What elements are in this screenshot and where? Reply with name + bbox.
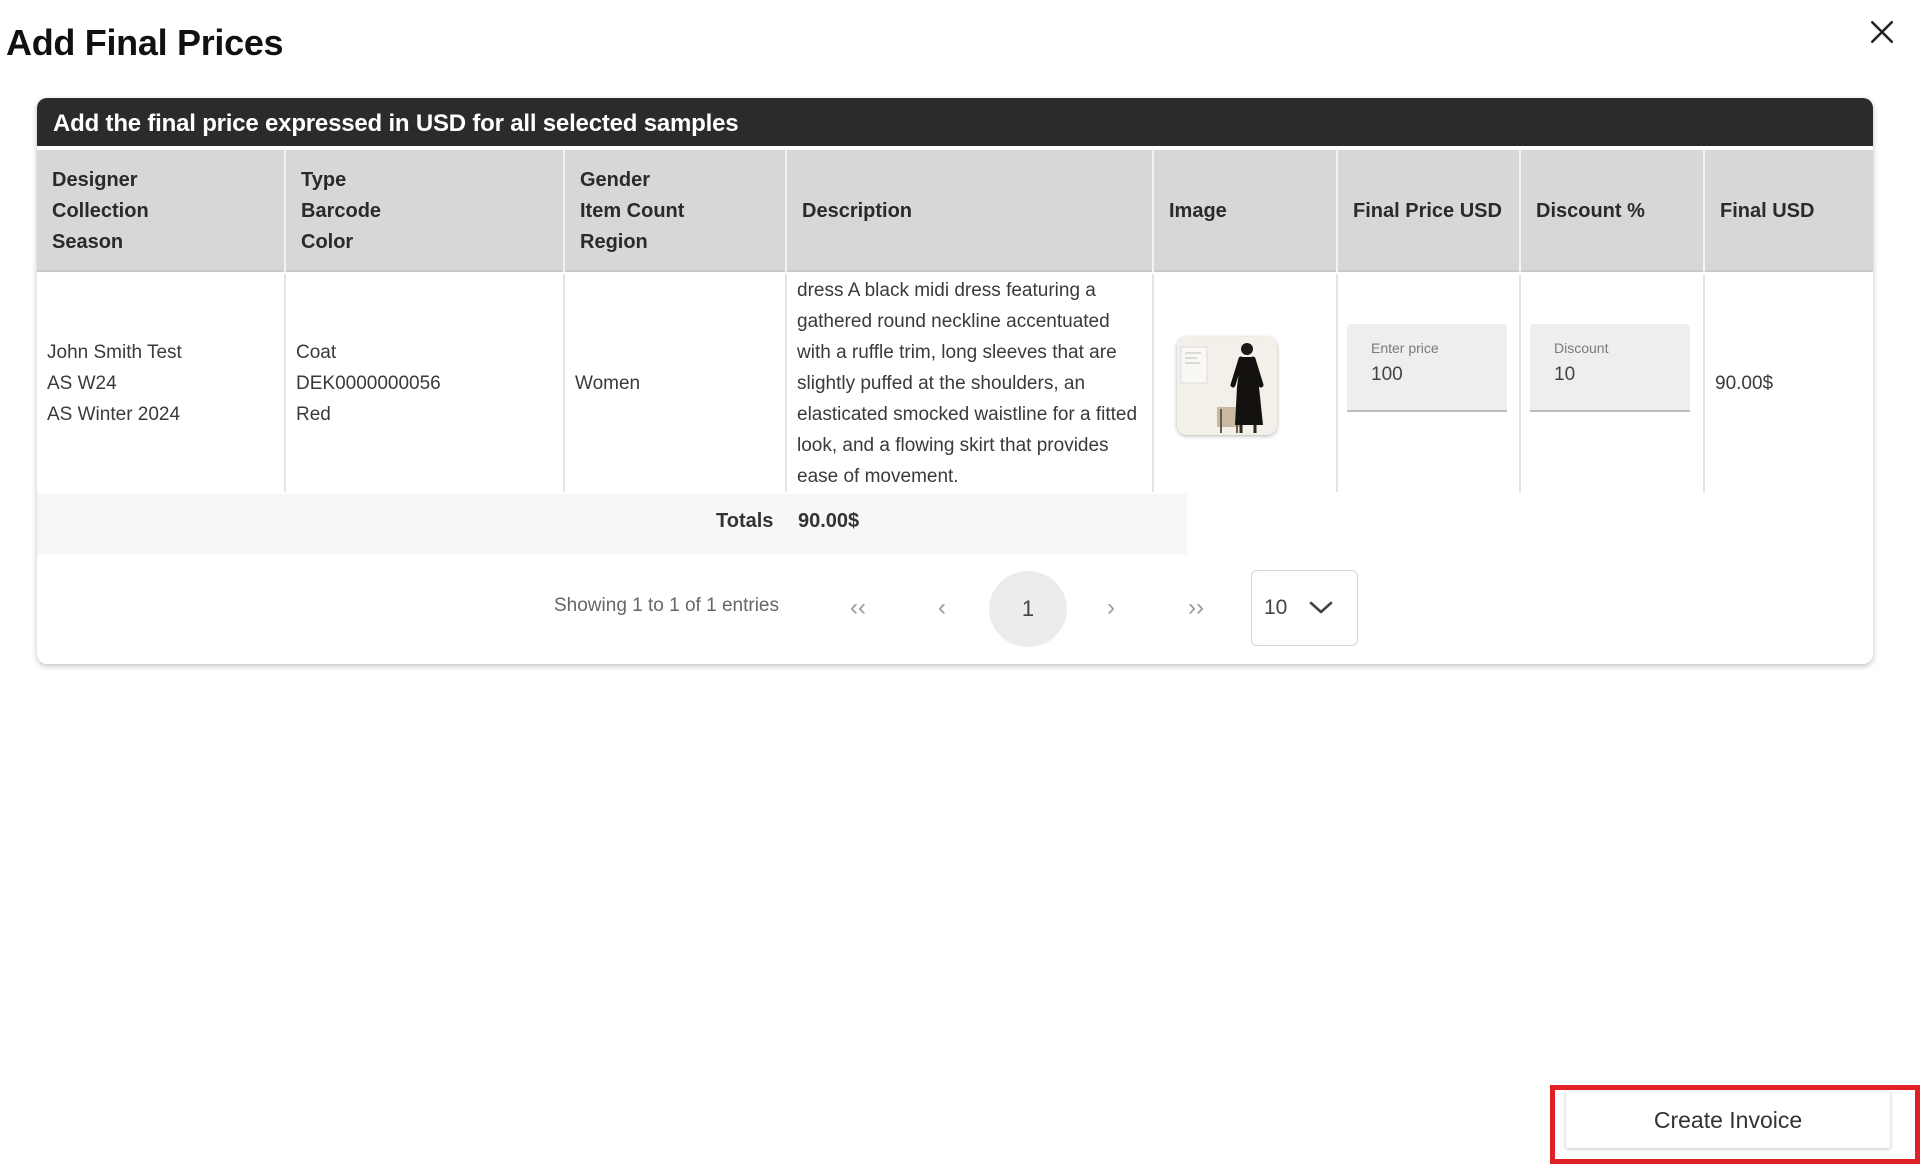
totals-value: 90.00$ — [798, 510, 860, 532]
page-size-select[interactable]: 10 — [1251, 570, 1358, 646]
dress-thumbnail-icon — [1177, 337, 1277, 435]
next-page-button[interactable]: › — [1081, 573, 1141, 643]
close-icon — [1870, 20, 1894, 44]
item-type: Coat — [296, 341, 337, 363]
column-header-type[interactable]: Type Barcode Color — [286, 150, 565, 272]
discount-value: 10 — [1554, 364, 1576, 385]
item-barcode: DEK0000000056 — [296, 372, 441, 394]
column-header-line: Region — [580, 230, 648, 253]
column-header-line: Gender — [580, 168, 651, 191]
create-invoice-button[interactable]: Create Invoice — [1566, 1092, 1890, 1148]
column-header-image[interactable]: Image — [1154, 150, 1338, 272]
column-header-final-usd[interactable]: Final USD — [1705, 150, 1873, 272]
table-header: Designer Collection Season Type Barcode … — [37, 150, 1873, 272]
discount-label: Discount — [1554, 340, 1609, 356]
cell-gender: Women — [565, 274, 787, 492]
column-header-line: Discount % — [1536, 199, 1645, 222]
page-size-value: 10 — [1264, 596, 1288, 619]
season-name: AS Winter 2024 — [47, 403, 181, 425]
final-usd-value: 90.00$ — [1715, 372, 1774, 394]
item-description: dress A black midi dress featuring a gat… — [797, 279, 1138, 487]
column-header-line: Final Price USD — [1353, 199, 1502, 222]
final-price-input[interactable]: Enter price 100 — [1347, 324, 1507, 412]
collection-name: AS W24 — [47, 372, 117, 394]
dress-thumbnail-image[interactable] — [1177, 337, 1277, 435]
column-header-gender[interactable]: Gender Item Count Region — [565, 150, 787, 272]
designer-name: John Smith Test — [47, 341, 182, 363]
column-header-line: Season — [52, 230, 124, 253]
column-header-line: Item Count — [580, 199, 685, 222]
first-page-button[interactable]: ‹‹ — [828, 573, 888, 643]
column-header-description[interactable]: Description — [787, 150, 1154, 272]
column-header-designer[interactable]: Designer Collection Season — [37, 150, 286, 272]
column-header-line: Type — [301, 168, 347, 191]
item-gender: Women — [575, 372, 641, 394]
column-header-line: Final USD — [1720, 199, 1815, 222]
card-header: Add the final price expressed in USD for… — [37, 98, 1873, 146]
column-header-line: Barcode — [301, 199, 382, 222]
column-header-line: Description — [802, 199, 913, 222]
cell-final-usd: 90.00$ — [1705, 274, 1873, 492]
totals-label: Totals — [716, 510, 774, 532]
pagination-info: Showing 1 to 1 of 1 entries — [554, 595, 779, 616]
item-color: Red — [296, 403, 331, 425]
cell-designer: John Smith Test AS W24 AS Winter 2024 — [37, 274, 286, 492]
column-header-discount[interactable]: Discount % — [1521, 150, 1705, 272]
cell-description: dress A black midi dress featuring a gat… — [787, 274, 1154, 492]
cell-type: Coat DEK0000000056 Red — [286, 274, 565, 492]
column-header-line: Designer — [52, 168, 138, 191]
close-button[interactable] — [1862, 12, 1902, 52]
last-page-button[interactable]: ›› — [1166, 573, 1226, 643]
discount-input[interactable]: Discount 10 — [1530, 324, 1690, 412]
final-price-value: 100 — [1371, 364, 1403, 385]
current-page-button[interactable]: 1 — [989, 571, 1067, 647]
column-header-line: Collection — [52, 199, 149, 222]
prev-page-button[interactable]: ‹ — [912, 573, 972, 643]
column-header-line: Color — [301, 230, 354, 253]
totals-row — [37, 494, 1187, 554]
final-price-label: Enter price — [1371, 340, 1439, 356]
modal-title: Add Final Prices — [6, 22, 284, 63]
column-header-final-price[interactable]: Final Price USD — [1338, 150, 1521, 272]
chevron-down-icon — [1309, 601, 1333, 614]
column-header-line: Image — [1169, 199, 1227, 222]
